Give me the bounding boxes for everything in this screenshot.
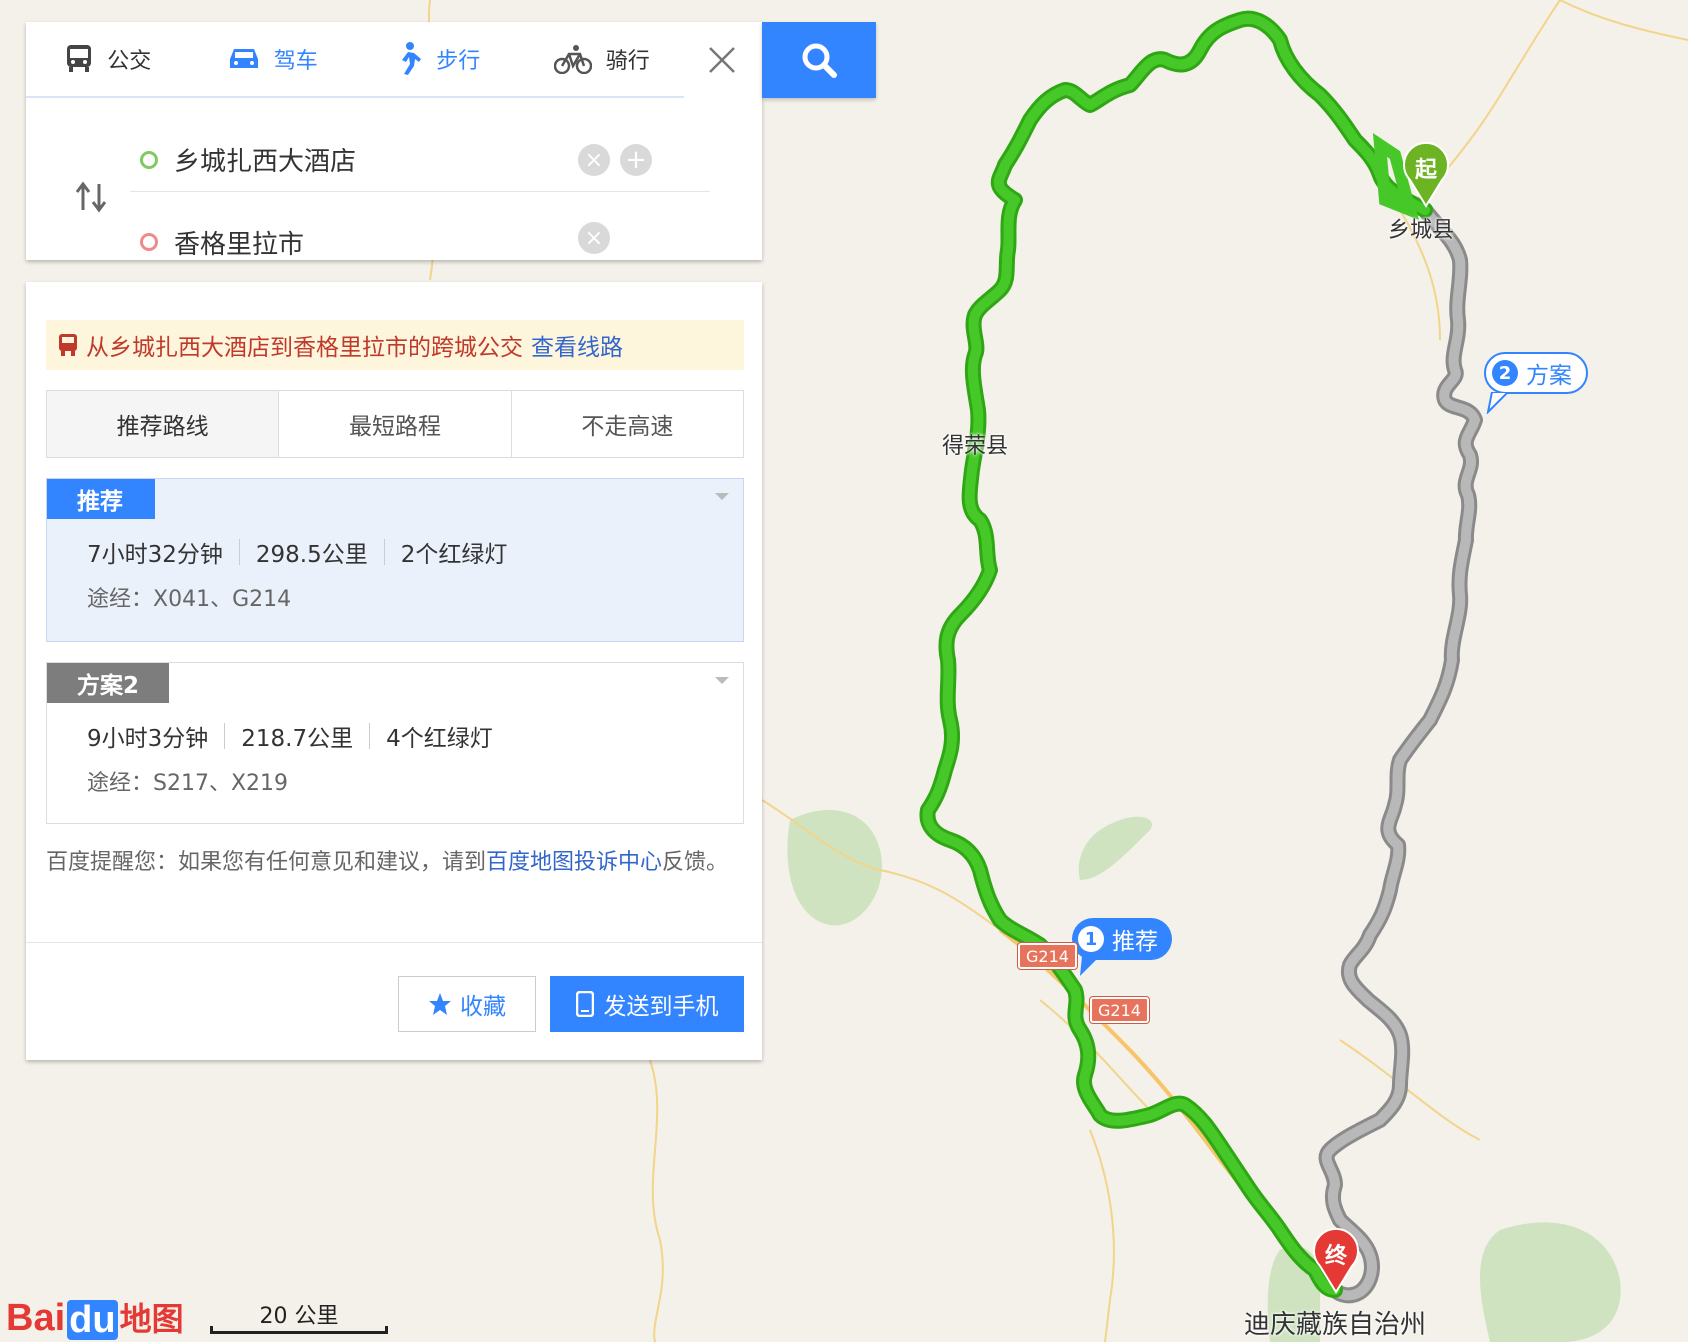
plan-2-via: 途经：S217、X219 [87,771,289,796]
baidu-map-logo: Bai du 地图 [6,1282,184,1340]
start-marker-label: 起 [1414,158,1437,183]
tab-walk-label: 步行 [436,49,481,74]
divider [26,942,762,943]
end-marker[interactable]: 终 [1310,1227,1362,1294]
expand-caret-icon[interactable] [715,493,729,500]
plan-1-tag: 推荐 [47,479,155,519]
tab-shortest[interactable]: 最短路程 [279,391,512,457]
feedback-notice: 百度提醒您：如果您有任何意见和建议，请到百度地图投诉中心反馈。 [46,844,746,882]
route-2-number: 2 [1492,360,1518,386]
tab-recommended[interactable]: 推荐路线 [47,391,280,457]
tab-bus-label: 公交 [107,49,152,74]
end-dot-icon [140,233,158,251]
add-waypoint-icon[interactable]: + [620,144,652,176]
swap-icon[interactable] [74,180,108,214]
end-marker-label: 终 [1324,1244,1347,1269]
tab-ride[interactable]: 骑行 [520,22,685,96]
tab-no-highway[interactable]: 不走高速 [511,391,743,457]
favorite-button[interactable]: 收藏 [398,976,536,1032]
start-marker[interactable]: 起 [1400,141,1452,208]
plan-1-distance: 298.5公里 [255,542,368,568]
plan-1-via: 途经：X041、G214 [87,587,292,612]
clear-end-icon[interactable]: × [578,222,610,254]
plan-2-lights: 4个红绿灯 [386,726,493,752]
walk-icon [402,42,422,75]
plan-2-time: 9小时3分钟 [87,726,209,752]
feedback-text: 百度提醒您：如果您有任何意见和建议，请到 [46,850,487,875]
star-icon [429,993,451,1015]
road-shield-g214: G214 [1089,996,1150,1024]
route-1-label: 推荐 [1112,929,1158,955]
tab-drive-label: 驾车 [273,49,318,74]
route-plan-1[interactable]: 推荐 7小时32分钟 298.5公里 2个红绿灯 途经：X041、G214 [46,478,744,642]
route-result-panel: 从乡城扎西大酒店到香格里拉市的跨城公交 查看线路 推荐路线 最短路程 不走高速 … [26,282,762,1060]
road-shield-g214: G214 [1017,942,1078,970]
close-icon[interactable] [702,40,742,80]
bus-icon [67,45,92,72]
route-2-callout[interactable]: 2 方案 [1484,352,1588,394]
phone-icon [575,991,594,1017]
bicycle-icon [553,45,592,74]
search-button[interactable] [762,22,876,98]
map-scale: 20 公里 [210,1298,388,1334]
complaint-center-link[interactable]: 百度地图投诉中心 [486,850,662,875]
place-label-derong: 得荣县 [942,434,1009,459]
favorite-label: 收藏 [460,994,506,1020]
logo-du: du [67,1299,118,1341]
end-field[interactable]: 香格里拉市 [130,210,710,274]
cross-city-bus-tip: 从乡城扎西大酒店到香格里拉市的跨城公交 查看线路 [46,320,744,370]
send-to-phone-button[interactable]: 发送到手机 [550,976,744,1032]
route-search-panel: 公交 驾车 步行 骑行 乡城扎西大酒店 × + 香格里拉市 × [26,22,762,260]
clear-start-icon[interactable]: × [578,144,610,176]
bus-tip-text: 从乡城扎西大酒店到香格里拉市的跨城公交 [86,335,523,361]
route-preference-tabs: 推荐路线 最短路程 不走高速 [46,390,744,458]
plan-1-lights: 2个红绿灯 [400,542,508,568]
feedback-text-end: 反馈。 [662,850,729,875]
route-1-callout-pointer [1080,956,1100,976]
plan-2-stats: 9小时3分钟 218.7公里 4个红绿灯 [87,719,493,753]
car-icon [229,49,258,68]
plan-2-tag: 方案2 [47,663,169,703]
tab-bus[interactable]: 公交 [26,22,191,96]
route-2-label: 方案 [1526,363,1572,389]
view-bus-lines-link[interactable]: 查看线路 [531,328,623,362]
map-scale-bar [210,1326,388,1334]
expand-caret-icon[interactable] [715,677,729,684]
plan-2-distance: 218.7公里 [241,726,354,752]
send-to-phone-label: 发送到手机 [603,994,719,1020]
tab-ride-label: 骑行 [605,49,650,74]
place-label-xiangcheng: 乡城县 [1388,218,1455,243]
route-2-callout-pointer [1486,392,1510,414]
end-field-value: 香格里拉市 [174,229,305,260]
logo-bai: Bai [6,1297,66,1339]
bus-icon [59,334,77,356]
route-plan-2[interactable]: 方案2 9小时3分钟 218.7公里 4个红绿灯 途经：S217、X219 [46,662,744,824]
start-dot-icon [140,150,158,169]
plan-1-stats: 7小时32分钟 298.5公里 2个红绿灯 [87,535,507,569]
tab-drive[interactable]: 驾车 [191,22,356,96]
tab-walk[interactable]: 步行 [355,22,520,96]
search-icon [802,43,837,78]
route-1-number: 1 [1078,926,1104,952]
plan-1-time: 7小时32分钟 [87,542,223,568]
route-1-callout[interactable]: 1 推荐 [1072,918,1172,960]
travel-mode-tabs: 公交 驾车 步行 骑行 [26,22,684,98]
place-label-diqing: 迪庆藏族自治州 [1244,1310,1427,1340]
logo-ditu: 地图 [119,1300,184,1338]
